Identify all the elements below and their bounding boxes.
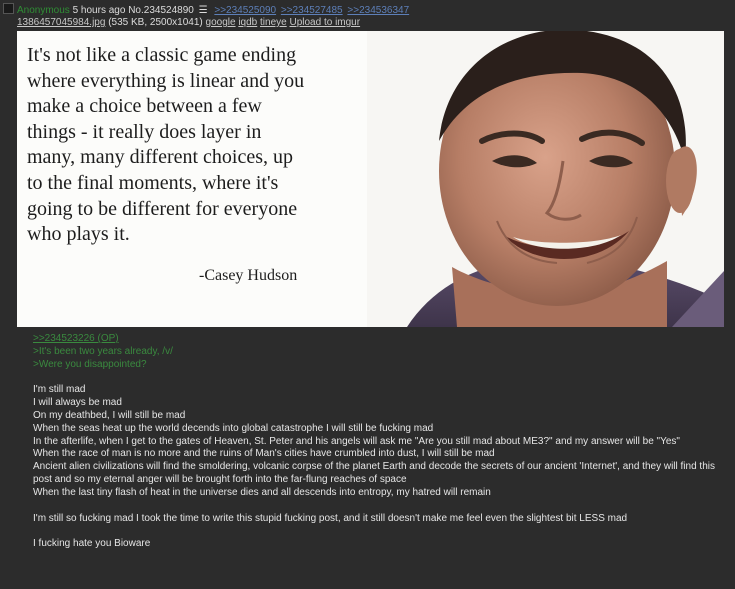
image-quote-line: make a choice between a few bbox=[27, 95, 262, 118]
google-search-link[interactable]: google bbox=[206, 17, 236, 28]
image-quote-line: things - it really does layer in bbox=[27, 120, 262, 143]
body-line: I will always be mad bbox=[33, 397, 122, 409]
image-quote-line: where everything is linear and you bbox=[27, 69, 305, 92]
upload-imgur-link[interactable]: Upload to imgur bbox=[289, 17, 360, 28]
body-line: In the afterlife, when I get to the gate… bbox=[33, 435, 680, 447]
post-number[interactable]: No.234524890 bbox=[128, 5, 194, 16]
post-body: >>234523226 (OP) >It's been two years al… bbox=[33, 333, 723, 551]
file-meta: (535 KB, 2500x1041) bbox=[108, 17, 203, 28]
post-header: Anonymous 5 hours ago No.234524890 ☰ >>2… bbox=[3, 3, 735, 16]
body-line: I'm still so fucking mad I took the time… bbox=[33, 512, 628, 524]
image-quote-line: many, many different choices, up bbox=[27, 146, 294, 169]
greentext-line: >It's been two years already, /v/ bbox=[33, 345, 173, 357]
greentext-line: >Were you disappointed? bbox=[33, 358, 147, 370]
image-quote-line: It's not like a classic game ending bbox=[27, 44, 297, 66]
portrait-photo bbox=[367, 31, 724, 327]
backlink[interactable]: >>234527485 bbox=[281, 5, 343, 16]
op-quote-link[interactable]: >>234523226 (OP) bbox=[33, 333, 119, 344]
body-line: When the last tiny flash of heat in the … bbox=[33, 486, 491, 498]
post-menu-icon[interactable]: ☰ bbox=[199, 5, 208, 16]
file-name-link[interactable]: 1386457045984.jpg bbox=[17, 17, 105, 28]
backlink[interactable]: >>234525090 bbox=[214, 5, 276, 16]
iqdb-search-link[interactable]: iqdb bbox=[238, 17, 257, 28]
body-line: Ancient alien civilizations will find th… bbox=[33, 461, 715, 485]
backlink[interactable]: >>234536347 bbox=[347, 5, 409, 16]
post-time: 5 hours ago bbox=[72, 5, 126, 16]
poster-name: Anonymous bbox=[17, 5, 70, 16]
image-quote-line: going to be different for everyone bbox=[27, 197, 298, 220]
image-quote-line: to the final moments, where it's bbox=[27, 171, 279, 194]
body-line: When the race of man is no more and the … bbox=[33, 448, 495, 460]
image-quote-author: -Casey Hudson bbox=[199, 267, 298, 284]
body-line: I fucking hate you Bioware bbox=[33, 538, 151, 550]
file-info: 1386457045984.jpg (535 KB, 2500x1041) go… bbox=[17, 16, 360, 29]
image-quote: It's not like a classic game ending wher… bbox=[27, 43, 367, 248]
body-line: On my deathbed, I will still be mad bbox=[33, 409, 186, 421]
body-line: I'm still mad bbox=[33, 384, 86, 396]
tineye-search-link[interactable]: tineye bbox=[260, 17, 287, 28]
post-select-checkbox[interactable] bbox=[3, 3, 14, 14]
post-image[interactable]: It's not like a classic game ending wher… bbox=[17, 31, 724, 327]
body-line: When the seas heat up the world decends … bbox=[33, 422, 434, 434]
image-quote-line: who plays it. bbox=[27, 223, 130, 246]
